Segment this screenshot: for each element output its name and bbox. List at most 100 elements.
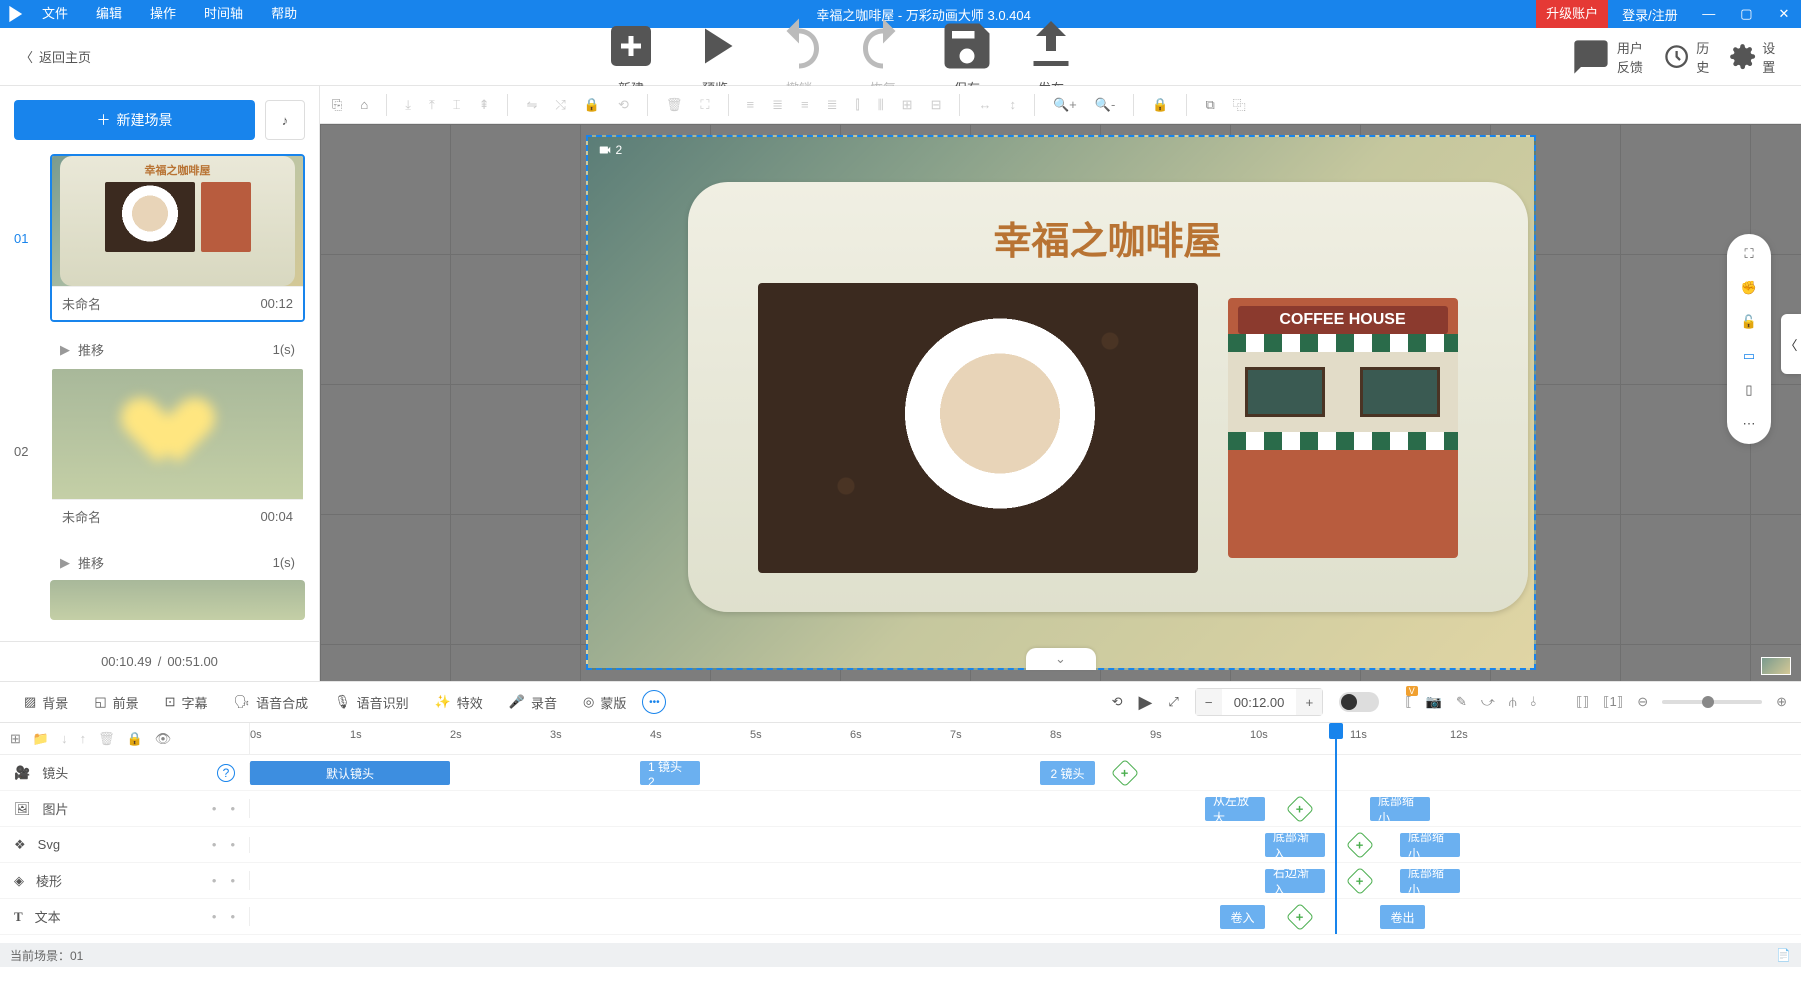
bracket-out-icon[interactable]: ⟦1⟧ [1603,694,1623,710]
add-keyframe[interactable]: + [1286,795,1314,823]
clip-cam2[interactable]: 2 镜头 [1040,761,1095,785]
camera-icon[interactable]: 📷 [1426,694,1442,710]
zoom-in2-icon[interactable]: ⊕ [1776,694,1787,710]
align-left-icon[interactable]: ≡ [747,97,755,112]
home-icon[interactable]: ⌂ [360,97,368,112]
add-keyframe[interactable]: + [1111,759,1139,787]
time-plus[interactable]: + [1296,689,1322,715]
coffee-house-svg[interactable]: COFFEE HOUSE [1228,298,1458,558]
expand-handle[interactable]: ⌄ [1026,648,1096,670]
flip-v-icon[interactable]: ⤭ [555,97,565,113]
doc-icon[interactable]: 📄 [1776,948,1791,962]
clip-cam1[interactable]: 1 镜头 2 [640,761,700,785]
up-icon[interactable]: ↑ [80,731,87,746]
clip-shrink2[interactable]: 底部缩小 [1400,833,1460,857]
new-button[interactable]: 新建 [601,16,661,97]
filter-icon[interactable]: ⫛ [1509,694,1517,710]
fullscreen-icon[interactable]: ⛶ [700,97,709,113]
fit-icon[interactable]: ⛶ [1744,246,1753,262]
time-minus[interactable]: − [1196,689,1222,715]
camera-track[interactable]: 默认镜头 1 镜头 2 2 镜头 + [250,755,1801,790]
image-track[interactable]: 从左放大 + 底部缩小 [250,791,1801,826]
copy-icon[interactable]: ⧉ [1205,97,1214,113]
save-button[interactable]: 保存 [937,16,997,97]
align-right-icon[interactable]: ≡ [801,97,809,112]
clip-fade-right[interactable]: 右边渐入 [1265,869,1325,893]
history-button[interactable]: 历史 [1663,38,1711,76]
canvas-area[interactable]: 2 幸福之咖啡屋 COFFEE HOUSE ⌄ [320,124,1801,681]
maximize-button[interactable]: ▢ [1729,0,1763,28]
play-button[interactable]: ▶ [1139,692,1153,713]
scene-transition-1[interactable]: ▶推移 1(s) [14,332,305,367]
feedback-button[interactable]: 用户反馈 [1571,37,1645,77]
mini-preview[interactable] [1761,657,1791,675]
spacing2-icon[interactable]: ⊟ [931,97,942,113]
clip-fade-bottom[interactable]: 底部渐入 [1265,833,1325,857]
tab-background[interactable]: ▨背景 [14,693,78,712]
back-home-button[interactable]: 〈 返回主页 [0,47,111,66]
shape-track[interactable]: 右边渐入 + 底部缩小 [250,863,1801,898]
new-scene-button[interactable]: ＋ 新建场景 [14,100,255,140]
align-top-icon[interactable]: ⤒ [429,97,435,113]
tab-record[interactable]: 🎤录音 [499,693,567,712]
time-stepper[interactable]: − 00:12.00 + [1195,688,1324,716]
delete-icon[interactable]: 🗑 [666,97,683,113]
distribute-v-icon[interactable]: ⫼ [878,97,884,113]
slide[interactable]: 幸福之咖啡屋 COFFEE HOUSE [688,182,1528,612]
music-button[interactable]: ♪ [265,100,305,140]
width-icon[interactable]: ↔ [978,97,991,112]
settings-button[interactable]: 设置 [1729,38,1777,76]
minimize-button[interactable]: — [1692,0,1726,28]
lock-track-icon[interactable]: 🔒 [127,731,143,747]
down-icon[interactable]: ↓ [61,731,68,746]
preview-button[interactable]: 预览 [685,16,745,97]
scene-card-2[interactable]: 未命名 00:04 [50,367,305,535]
add-keyframe[interactable]: + [1286,903,1314,931]
menu-file[interactable]: 文件 [28,0,82,28]
landscape-icon[interactable]: ▭ [1743,348,1755,364]
timeline-ruler[interactable]: 0s1s2s3s4s5s6s7s8s9s10s11s12s [250,723,1801,754]
clip-roll-in[interactable]: 卷入 [1220,905,1265,929]
tab-mask[interactable]: ◎蒙版 [573,693,636,712]
clip-shrink3[interactable]: 底部缩小 [1400,869,1460,893]
height-icon[interactable]: ↕ [1009,97,1016,112]
align-center-icon[interactable]: ≣ [772,97,783,113]
link-icon[interactable]: ⟲ [618,97,629,113]
clip-default-cam[interactable]: 默认镜头 [250,761,450,785]
lock-icon[interactable]: 🔒 [584,97,600,113]
canvas-frame[interactable]: 2 幸福之咖啡屋 COFFEE HOUSE ⌄ [586,135,1536,670]
scene-card-1[interactable]: 幸福之咖啡屋 未命名 00:12 [50,154,305,322]
copy2-icon[interactable]: ⿻ [1233,95,1246,114]
more-icon[interactable]: ⋯ [1743,416,1756,432]
align-bottom-icon[interactable]: ⤓ [405,97,411,113]
publish-button[interactable]: 发布 [1021,16,1081,97]
spacing-icon[interactable]: ⊞ [902,97,913,113]
zoom-in-icon[interactable]: 🔍+ [1053,97,1077,113]
text-track[interactable]: 卷入 + 卷出 [250,899,1801,934]
more-tabs-button[interactable]: ••• [642,690,666,714]
paste-icon[interactable]: ⎘ [332,97,342,113]
zoom-out2-icon[interactable]: ⊖ [1637,694,1648,710]
login-button[interactable]: 登录/注册 [1608,5,1692,24]
zoom-out-icon[interactable]: 🔍- [1095,97,1116,113]
panel-handle[interactable]: 〈 [1781,314,1801,374]
rewind-icon[interactable]: ⟲ [1112,694,1123,710]
path-icon[interactable]: ⫰ [1531,694,1537,710]
distribute-h-icon[interactable]: ⫿ [856,97,860,113]
redo-button[interactable]: 恢复 [853,16,913,97]
trash-icon[interactable]: 🗑 [98,731,115,747]
align-up-icon[interactable]: ⇞ [479,97,490,113]
help-icon[interactable]: ? [217,764,235,782]
tab-asr[interactable]: 🎙语音识别 [324,693,419,712]
add-keyframe[interactable]: + [1346,867,1374,895]
undo-button[interactable]: 撤销 [769,16,829,97]
tab-subtitle[interactable]: ⊡字幕 [155,693,218,712]
svg-track[interactable]: 底部渐入 + 底部缩小 [250,827,1801,862]
flip-h-icon[interactable]: ⇋ [526,97,537,113]
add-track-icon[interactable]: ⊞ [10,731,21,747]
tab-tts[interactable]: 🗣语音合成 [224,693,319,712]
hand-icon[interactable]: ✊ [1741,280,1757,296]
clip-zoom-in[interactable]: 从左放大 [1205,797,1265,821]
add-keyframe[interactable]: + [1346,831,1374,859]
expand-icon[interactable]: ⤢ [1168,694,1178,710]
